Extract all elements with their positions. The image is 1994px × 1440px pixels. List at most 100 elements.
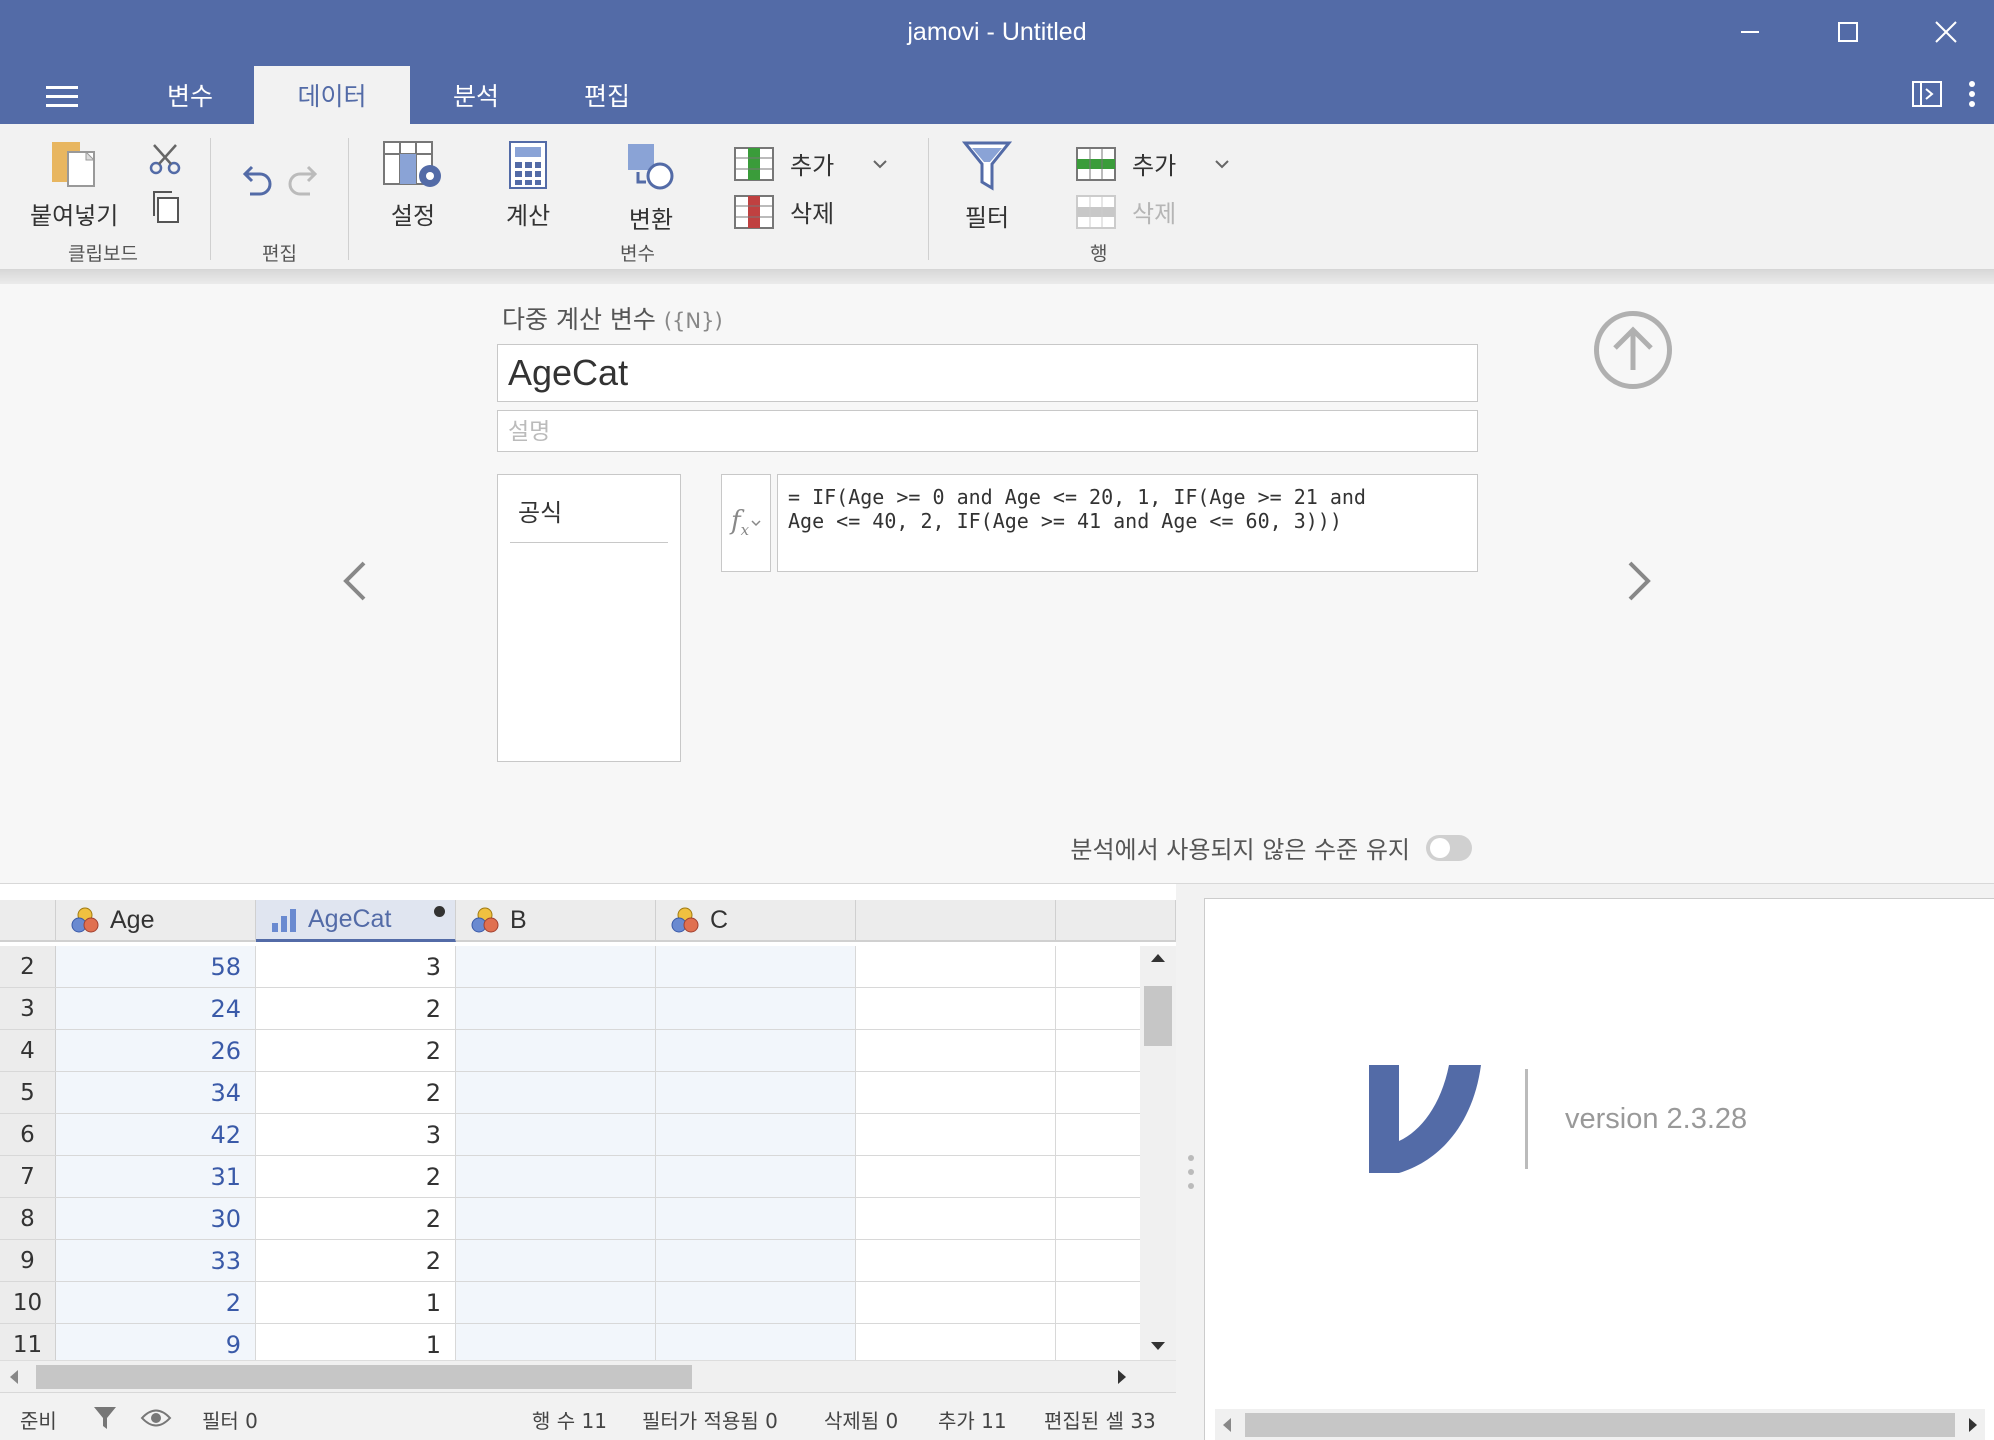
cell-b[interactable]: [456, 1198, 656, 1239]
vertical-scrollbar[interactable]: [1140, 946, 1176, 1366]
more-options-icon[interactable]: [1968, 80, 1976, 108]
row-number[interactable]: 5: [0, 1072, 56, 1113]
cell-c[interactable]: [656, 1324, 856, 1365]
eye-icon[interactable]: [140, 1407, 172, 1429]
description-input[interactable]: [497, 410, 1478, 452]
cell-age[interactable]: 42: [56, 1114, 256, 1155]
cell-age[interactable]: 9: [56, 1324, 256, 1365]
cell-agecat[interactable]: 2: [256, 1240, 456, 1281]
tab-edit[interactable]: 편집: [552, 66, 662, 124]
column-header-agecat[interactable]: AgeCat: [256, 900, 456, 942]
cell-empty[interactable]: [856, 1198, 1056, 1239]
function-button[interactable]: fx: [721, 474, 771, 572]
cell-age[interactable]: 34: [56, 1072, 256, 1113]
paste-button[interactable]: 붙여넣기: [30, 138, 118, 231]
row-number[interactable]: 8: [0, 1198, 56, 1239]
cell-agecat[interactable]: 3: [256, 1114, 456, 1155]
cell-c[interactable]: [656, 1072, 856, 1113]
transform-button[interactable]: 변환: [624, 140, 678, 235]
tab-analyses[interactable]: 분석: [420, 66, 532, 124]
cell-empty[interactable]: [856, 1114, 1056, 1155]
cell-agecat[interactable]: 2: [256, 988, 456, 1029]
cell-b[interactable]: [456, 988, 656, 1029]
cell-b[interactable]: [456, 1156, 656, 1197]
compute-button[interactable]: 계산: [506, 140, 550, 231]
maximize-button[interactable]: [1808, 8, 1888, 56]
row-number[interactable]: 3: [0, 988, 56, 1029]
collapse-editor-button[interactable]: [1594, 311, 1672, 389]
variable-name-input[interactable]: [497, 344, 1478, 402]
cell-empty[interactable]: [856, 1324, 1056, 1365]
cell-b[interactable]: [456, 1030, 656, 1071]
delete-variable-button[interactable]: 삭제: [734, 194, 834, 229]
cell-b[interactable]: [456, 1240, 656, 1281]
panel-splitter[interactable]: [1187, 1155, 1195, 1189]
cell-empty[interactable]: [856, 1156, 1056, 1197]
cell-b[interactable]: [456, 1324, 656, 1365]
delete-row-button[interactable]: 삭제: [1076, 194, 1176, 229]
cell-agecat[interactable]: 2: [256, 1156, 456, 1197]
tab-variables[interactable]: 변수: [134, 66, 246, 124]
cell-empty[interactable]: [856, 1072, 1056, 1113]
row-number[interactable]: 2: [0, 946, 56, 987]
toggle-results-icon[interactable]: [1912, 81, 1942, 107]
row-number[interactable]: 7: [0, 1156, 56, 1197]
cell-age[interactable]: 2: [56, 1282, 256, 1323]
cell-empty[interactable]: [856, 988, 1056, 1029]
row-number[interactable]: 10: [0, 1282, 56, 1323]
row-number[interactable]: 4: [0, 1030, 56, 1071]
close-button[interactable]: [1906, 8, 1986, 56]
cell-agecat[interactable]: 2: [256, 1030, 456, 1071]
cell-age[interactable]: 24: [56, 988, 256, 1029]
setup-button[interactable]: 설정: [380, 140, 446, 231]
row-number[interactable]: 6: [0, 1114, 56, 1155]
column-header-c[interactable]: C: [656, 900, 856, 942]
cut-icon[interactable]: [148, 142, 182, 176]
minimize-button[interactable]: [1710, 8, 1790, 56]
scroll-thumb[interactable]: [36, 1365, 692, 1389]
cell-b[interactable]: [456, 1282, 656, 1323]
cell-c[interactable]: [656, 1156, 856, 1197]
horizontal-scrollbar[interactable]: [0, 1360, 1176, 1392]
scroll-thumb[interactable]: [1245, 1413, 1955, 1437]
cell-c[interactable]: [656, 946, 856, 987]
filter-button[interactable]: 필터: [962, 140, 1012, 233]
formula-list-item[interactable]: 공식: [510, 493, 668, 543]
menu-icon[interactable]: [46, 86, 78, 108]
cell-agecat[interactable]: 3: [256, 946, 456, 987]
cell-b[interactable]: [456, 946, 656, 987]
add-row-button[interactable]: 추가: [1076, 146, 1230, 181]
cell-empty[interactable]: [856, 1282, 1056, 1323]
cell-age[interactable]: 30: [56, 1198, 256, 1239]
cell-agecat[interactable]: 1: [256, 1282, 456, 1323]
cell-age[interactable]: 33: [56, 1240, 256, 1281]
cell-c[interactable]: [656, 1030, 856, 1071]
column-header-empty[interactable]: [1056, 900, 1176, 942]
column-header-empty[interactable]: [856, 900, 1056, 942]
cell-agecat[interactable]: 2: [256, 1198, 456, 1239]
add-variable-button[interactable]: 추가: [734, 146, 888, 181]
previous-variable-arrow[interactable]: [340, 559, 370, 613]
cell-age[interactable]: 26: [56, 1030, 256, 1071]
scroll-thumb[interactable]: [1144, 986, 1172, 1046]
cell-c[interactable]: [656, 1282, 856, 1323]
cell-empty[interactable]: [856, 1030, 1056, 1071]
copy-icon[interactable]: [150, 190, 180, 224]
cell-age[interactable]: 31: [56, 1156, 256, 1197]
row-number[interactable]: 11: [0, 1324, 56, 1365]
formula-input[interactable]: = IF(Age >= 0 and Age <= 20, 1, IF(Age >…: [777, 474, 1478, 572]
cell-agecat[interactable]: 1: [256, 1324, 456, 1365]
cell-c[interactable]: [656, 988, 856, 1029]
sheet-corner[interactable]: [0, 900, 56, 942]
retain-levels-toggle[interactable]: [1426, 834, 1472, 861]
cell-age[interactable]: 58: [56, 946, 256, 987]
cell-empty[interactable]: [856, 946, 1056, 987]
cell-c[interactable]: [656, 1114, 856, 1155]
cell-c[interactable]: [656, 1240, 856, 1281]
cell-empty[interactable]: [856, 1240, 1056, 1281]
cell-c[interactable]: [656, 1198, 856, 1239]
results-horizontal-scrollbar[interactable]: [1215, 1409, 1985, 1440]
cell-b[interactable]: [456, 1072, 656, 1113]
filter-icon[interactable]: [92, 1405, 118, 1431]
column-header-b[interactable]: B: [456, 900, 656, 942]
